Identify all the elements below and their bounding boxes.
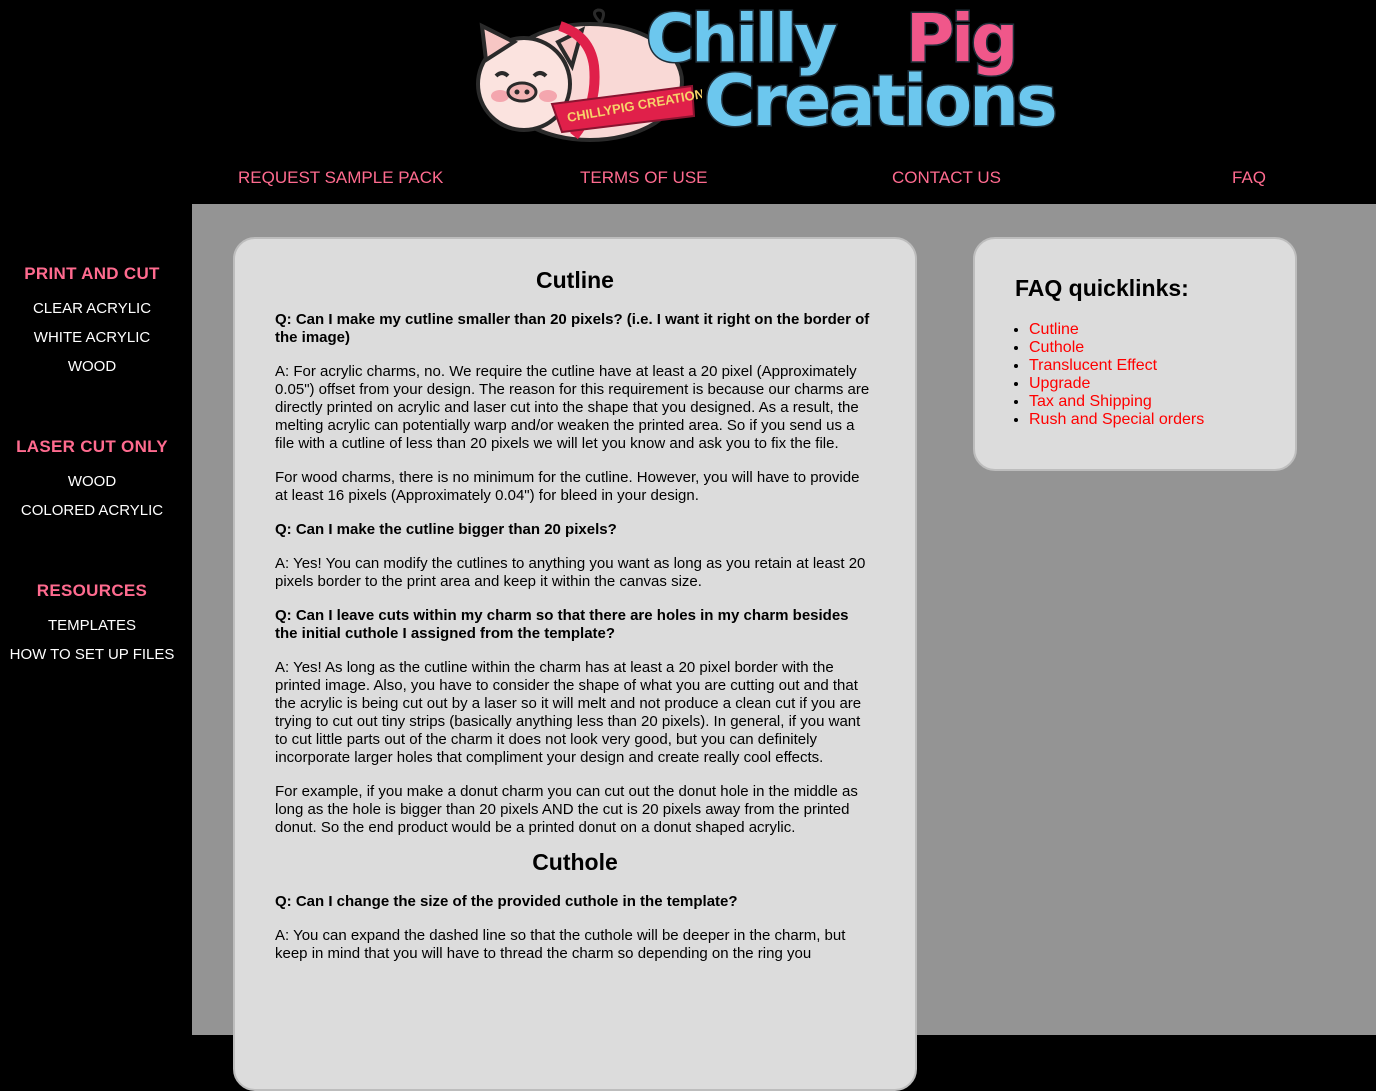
quicklink-upgrade[interactable]: Upgrade	[1029, 375, 1090, 392]
faq-answer: A: For acrylic charms, no. We require th…	[275, 363, 870, 452]
faq-content-card: Cutline Q: Can I make my cutline smaller…	[233, 237, 917, 1091]
sidebar: PRINT AND CUT CLEAR ACRYLIC WHITE ACRYLI…	[0, 204, 192, 1035]
faq-quicklinks-list: Cutline Cuthole Translucent Effect Upgra…	[1015, 321, 1204, 429]
quicklink-tax-and-shipping[interactable]: Tax and Shipping	[1029, 393, 1152, 410]
list-item: Rush and Special orders	[1029, 411, 1204, 429]
quicklink-cutline[interactable]: Cutline	[1029, 321, 1079, 338]
faq-answer: A: You can expand the dashed line so tha…	[275, 927, 846, 962]
quicklink-cuthole[interactable]: Cuthole	[1029, 339, 1084, 356]
sidebar-heading-laser-cut-only: LASER CUT ONLY	[16, 437, 168, 456]
nav-request-sample-pack[interactable]: REQUEST SAMPLE PACK	[238, 168, 443, 188]
faq-answer: For wood charms, there is no minimum for…	[275, 469, 860, 504]
faq-quicklinks-card: FAQ quicklinks: Cutline Cuthole Transluc…	[973, 237, 1297, 471]
faq-answer: A: Yes! You can modify the cutlines to a…	[275, 555, 866, 590]
faq-answer: A: Yes! As long as the cutline within th…	[275, 659, 862, 766]
nav-terms-of-use[interactable]: TERMS OF USE	[580, 168, 708, 188]
nav-faq[interactable]: FAQ	[1232, 168, 1266, 188]
site-header: CHILLYPIG CREATIONS Chilly Pig Creations…	[0, 0, 1376, 204]
faq-question: Q: Can I make the cutline bigger than 20…	[275, 521, 617, 538]
top-navigation: REQUEST SAMPLE PACK TERMS OF USE CONTACT…	[0, 160, 1376, 196]
sidebar-heading-print-and-cut: PRINT AND CUT	[24, 264, 160, 283]
faq-answer: For example, if you make a donut charm y…	[275, 783, 858, 836]
faq-quicklinks-title: FAQ quicklinks:	[1015, 275, 1189, 301]
sidebar-item-how-to-set-up-files[interactable]: HOW TO SET UP FILES	[0, 646, 184, 663]
sidebar-item-colored-acrylic[interactable]: COLORED ACRYLIC	[0, 502, 184, 519]
sidebar-item-wood-laser[interactable]: WOOD	[0, 473, 184, 490]
list-item: Upgrade	[1029, 375, 1204, 393]
sidebar-heading-resources: RESOURCES	[36, 581, 148, 600]
logo-word-creations: Creations	[703, 60, 1060, 142]
chillypig-logo[interactable]: CHILLYPIG CREATIONS Chilly Pig Creations	[472, 4, 1112, 144]
sidebar-item-templates[interactable]: TEMPLATES	[0, 617, 184, 634]
list-item: Tax and Shipping	[1029, 393, 1204, 411]
faq-question: Q: Can I leave cuts within my charm so t…	[275, 607, 849, 642]
faq-question: Q: Can I change the size of the provided…	[275, 893, 738, 910]
sidebar-item-white-acrylic[interactable]: WHITE ACRYLIC	[0, 329, 184, 346]
section-title-cuthole: Cuthole	[532, 849, 618, 875]
list-item: Translucent Effect	[1029, 357, 1204, 375]
sidebar-item-clear-acrylic[interactable]: CLEAR ACRYLIC	[0, 300, 184, 317]
nav-contact-us[interactable]: CONTACT US	[892, 168, 1001, 188]
faq-question: Q: Can I make my cutline smaller than 20…	[275, 311, 870, 346]
section-title-cutline: Cutline	[536, 267, 614, 293]
quicklink-translucent-effect[interactable]: Translucent Effect	[1029, 357, 1157, 374]
list-item: Cutline	[1029, 321, 1204, 339]
list-item: Cuthole	[1029, 339, 1204, 357]
sidebar-item-wood-print[interactable]: WOOD	[0, 358, 184, 375]
quicklink-rush-and-special-orders[interactable]: Rush and Special orders	[1029, 411, 1204, 428]
